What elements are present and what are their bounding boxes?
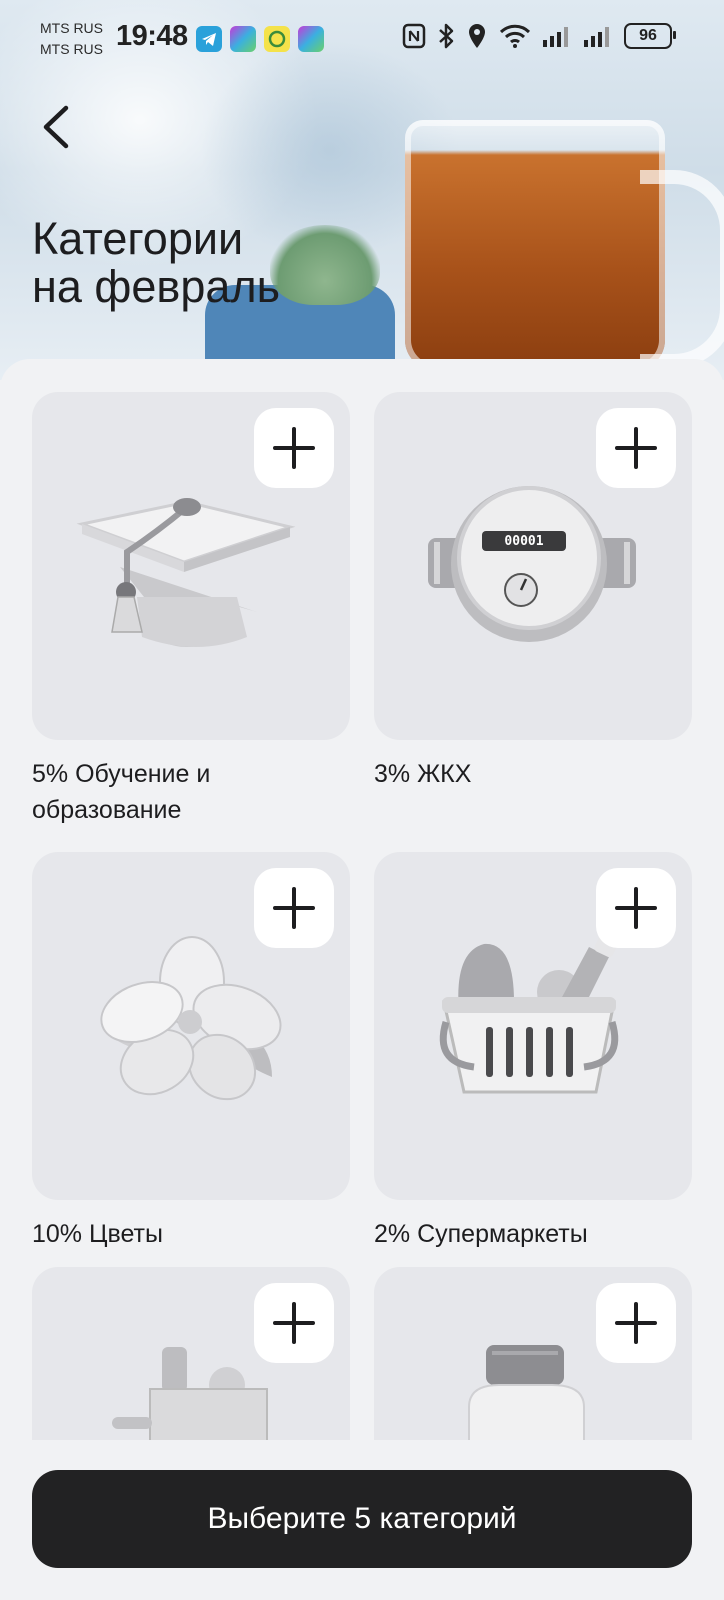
plus-icon <box>615 427 657 469</box>
add-category-button[interactable] <box>254 868 334 948</box>
nfc-icon <box>402 23 426 49</box>
plus-icon <box>273 887 315 929</box>
add-category-button[interactable] <box>254 408 334 488</box>
add-category-button[interactable] <box>254 1283 334 1363</box>
succulent-decoration <box>270 225 380 305</box>
carrier-labels: MTS RUS MTS RUS <box>40 18 103 60</box>
category-card-supermarkets[interactable]: 2% Супермаркеты <box>374 852 692 1252</box>
status-bar: MTS RUS MTS RUS 19:48 96 <box>0 0 724 76</box>
game-app-icon <box>298 26 324 52</box>
plus-icon <box>615 887 657 929</box>
mug-handle-decoration <box>640 170 724 368</box>
system-icons: 96 <box>402 22 676 50</box>
carrier-2: MTS RUS <box>40 41 103 57</box>
game-app-icon <box>230 26 256 52</box>
page-title-line-2: на февраль <box>32 261 281 312</box>
categories-sheet: 5% Обучение и образование 00001 3% ЖКХ 1… <box>0 359 724 1600</box>
chevron-left-icon <box>43 105 69 149</box>
notification-icons <box>196 26 324 52</box>
plus-icon <box>615 1302 657 1344</box>
back-button[interactable] <box>36 100 80 154</box>
category-tile <box>32 852 350 1200</box>
category-tile <box>374 852 692 1200</box>
category-card-flowers[interactable]: 10% Цветы <box>32 852 350 1252</box>
category-card-education[interactable]: 5% Обучение и образование <box>32 392 350 828</box>
c-app-icon <box>264 26 290 52</box>
category-tile <box>32 392 350 740</box>
category-label: 3% ЖКХ <box>374 760 472 788</box>
wifi-icon <box>499 24 531 48</box>
signal-icon <box>543 27 568 47</box>
category-tile: 00001 <box>374 392 692 740</box>
plus-icon <box>273 427 315 469</box>
telegram-icon <box>196 26 222 52</box>
tea-mug-decoration <box>405 120 665 370</box>
choose-categories-button[interactable]: Выберите 5 категорий <box>32 1470 692 1568</box>
battery-icon: 96 <box>624 23 676 49</box>
page-title-line-1: Категории <box>32 213 244 264</box>
add-category-button[interactable] <box>596 1283 676 1363</box>
carrier-1: MTS RUS <box>40 20 103 36</box>
category-card-utilities[interactable]: 00001 3% ЖКХ <box>374 392 692 792</box>
bluetooth-icon <box>439 23 454 49</box>
category-label: 2% Супермаркеты <box>374 1220 588 1248</box>
add-category-button[interactable] <box>596 868 676 948</box>
meter-digits: 00001 <box>504 533 544 549</box>
status-time: 19:48 <box>116 20 188 52</box>
category-label: 5% Обучение и образование <box>32 760 211 824</box>
signal-icon <box>584 27 609 47</box>
plus-icon <box>273 1302 315 1344</box>
add-category-button[interactable] <box>596 408 676 488</box>
location-icon <box>469 24 485 48</box>
category-label: 10% Цветы <box>32 1220 163 1248</box>
page-title: Категории на февраль <box>32 215 280 311</box>
